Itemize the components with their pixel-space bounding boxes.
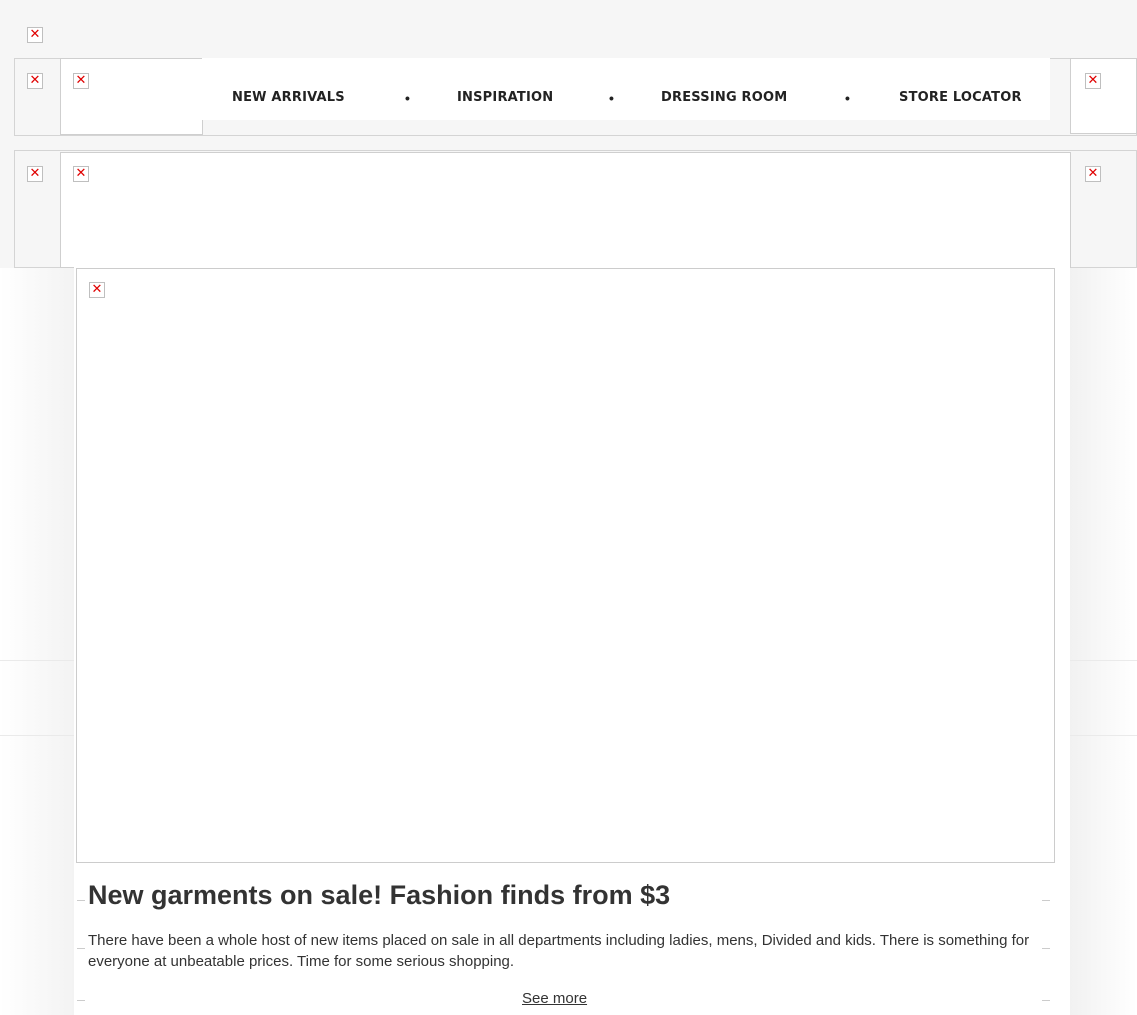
banner-slot[interactable] [60,152,1071,268]
dash-mark [77,948,85,949]
nav-separator: • [609,90,614,106]
hero-broken-image-icon: ✕ [89,282,105,298]
dash-mark [77,1000,85,1001]
dash-mark [1042,1000,1050,1001]
article-headline: New garments on sale! Fashion finds from… [88,880,671,910]
nav-right-slot [1070,58,1137,134]
nav-separator: • [845,90,850,106]
nav-link-store-locator[interactable]: STORE LOCATOR [899,90,1022,105]
banner-broken-image-icon: ✕ [73,166,89,182]
logo-slot[interactable] [60,58,203,135]
see-more-link[interactable]: See more [522,990,587,1007]
hero-image-slot[interactable] [76,268,1055,863]
divider [1070,735,1137,736]
broken-image-icon: ✕ [1085,73,1101,89]
logo-broken-image-icon: ✕ [73,73,89,89]
main-navigation [202,58,1050,120]
dash-mark [1042,948,1050,949]
broken-image-icon: ✕ [27,166,43,182]
broken-image-icon: ✕ [27,73,43,89]
nav-separator: • [405,90,410,106]
nav-link-inspiration[interactable]: INSPIRATION [457,90,553,105]
dash-mark [1042,900,1050,901]
broken-image-icon: ✕ [1085,166,1101,182]
divider [0,660,74,661]
divider [0,735,74,736]
nav-link-dressing-room[interactable]: DRESSING ROOM [661,90,787,105]
broken-image-icon: ✕ [27,27,43,43]
left-gutter [0,268,74,1015]
right-gutter [1070,268,1137,1015]
nav-link-new-arrivals[interactable]: NEW ARRIVALS [232,90,345,105]
article-body: There have been a whole host of new item… [88,932,1030,970]
divider [1070,660,1137,661]
dash-mark [77,900,85,901]
